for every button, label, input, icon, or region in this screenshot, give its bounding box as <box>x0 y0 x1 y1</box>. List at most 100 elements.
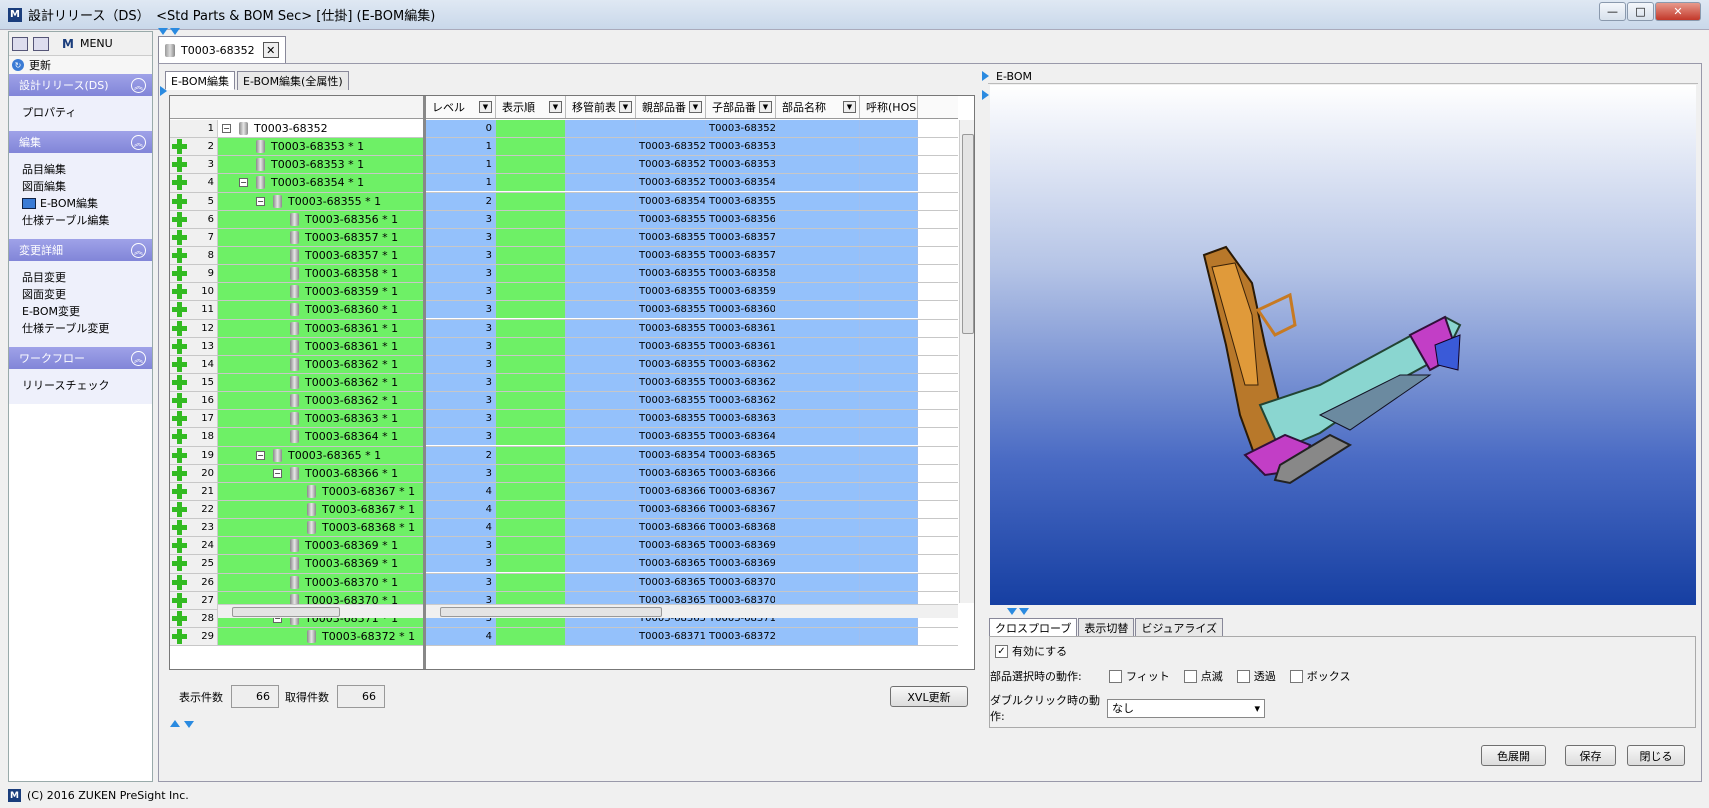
blink-checkbox[interactable] <box>1183 669 1197 683</box>
transfer-cell[interactable] <box>566 301 636 319</box>
table-row[interactable]: 1 T0003-68352 T0003-68353 <box>426 156 958 175</box>
tree-row[interactable]: 20 − T0003-68366 * 1 <box>170 464 423 483</box>
transfer-cell[interactable] <box>566 428 636 446</box>
table-row[interactable]: 3 T0003-68355 T0003-68357 <box>426 228 958 247</box>
parent-part-cell[interactable]: T0003-68366 <box>636 500 706 518</box>
child-part-cell[interactable]: T0003-68356 <box>706 210 776 228</box>
column-header[interactable]: 表示順 ▼ <box>496 96 566 118</box>
close-tab-icon[interactable]: ✕ <box>262 42 279 58</box>
parent-part-cell[interactable]: T0003-68354 <box>636 446 706 464</box>
add-row-icon[interactable] <box>172 520 187 536</box>
tree-cell[interactable]: T0003-68362 * 1 <box>218 355 423 373</box>
call-name-cell[interactable] <box>860 120 918 137</box>
sidebar-item[interactable]: 品目変更 <box>22 269 152 286</box>
call-name-cell[interactable] <box>860 573 918 591</box>
call-name-cell[interactable] <box>860 337 918 355</box>
filter-dropdown-icon[interactable]: ▼ <box>843 101 856 113</box>
sidebar-item[interactable]: プロパティ <box>22 104 152 121</box>
call-name-cell[interactable] <box>860 355 918 373</box>
parent-part-cell[interactable]: T0003-68371 <box>636 627 706 645</box>
collapse-arrow-icon[interactable] <box>170 28 180 35</box>
display-order-cell[interactable] <box>496 174 566 192</box>
sidebar-item[interactable]: E-BOM編集 <box>22 195 152 212</box>
level-cell[interactable]: 3 <box>426 210 496 228</box>
part-name-cell[interactable] <box>776 283 860 301</box>
table-row[interactable]: 2 T0003-68354 T0003-68355 <box>426 192 958 211</box>
child-part-cell[interactable]: T0003-68362 <box>706 373 776 391</box>
display-order-cell[interactable] <box>496 464 566 482</box>
tree-cell[interactable]: T0003-68360 * 1 <box>218 301 423 319</box>
sidebar-section-header[interactable]: ワークフロー ︽ <box>9 347 152 369</box>
scroll-thumb[interactable] <box>962 134 974 334</box>
parent-part-cell[interactable]: T0003-68366 <box>636 519 706 537</box>
part-name-cell[interactable] <box>776 410 860 428</box>
parent-part-cell[interactable]: T0003-68355 <box>636 373 706 391</box>
call-name-cell[interactable] <box>860 555 918 573</box>
tree-row[interactable]: 4 − T0003-68354 * 1 <box>170 174 423 193</box>
call-name-cell[interactable] <box>860 138 918 156</box>
table-row[interactable]: 2 T0003-68354 T0003-68365 <box>426 446 958 465</box>
table-row[interactable]: 3 T0003-68365 T0003-68369 <box>426 537 958 556</box>
level-cell[interactable]: 4 <box>426 482 496 500</box>
tree-cell[interactable]: T0003-68369 * 1 <box>218 555 423 573</box>
child-part-cell[interactable]: T0003-68367 <box>706 482 776 500</box>
parent-part-cell[interactable]: T0003-68355 <box>636 210 706 228</box>
tree-row[interactable]: 11 T0003-68360 * 1 <box>170 301 423 320</box>
color-expand-button[interactable]: 色展開 <box>1481 745 1546 766</box>
table-row[interactable]: 3 T0003-68355 T0003-68364 <box>426 428 958 447</box>
child-part-cell[interactable]: T0003-68355 <box>706 192 776 210</box>
call-name-cell[interactable] <box>860 246 918 264</box>
close-window-button[interactable]: ✕ <box>1655 2 1701 21</box>
add-row-icon[interactable] <box>172 211 187 227</box>
tree-cell[interactable]: T0003-68362 * 1 <box>218 373 423 392</box>
level-cell[interactable]: 1 <box>426 174 496 192</box>
child-part-cell[interactable]: T0003-68372 <box>706 627 776 645</box>
add-row-icon[interactable] <box>172 465 187 481</box>
transfer-cell[interactable] <box>566 446 636 464</box>
transfer-cell[interactable] <box>566 464 636 482</box>
add-row-icon[interactable] <box>172 320 187 336</box>
child-part-cell[interactable]: T0003-68368 <box>706 519 776 537</box>
table-row[interactable]: 4 T0003-68366 T0003-68367 <box>426 500 958 520</box>
display-order-cell[interactable] <box>496 246 566 264</box>
child-part-cell[interactable]: T0003-68352 <box>706 120 776 137</box>
level-cell[interactable]: 3 <box>426 392 496 410</box>
transfer-cell[interactable] <box>566 265 636 283</box>
parent-part-cell[interactable]: T0003-68355 <box>636 410 706 428</box>
scroll-thumb[interactable] <box>440 607 662 617</box>
collapse-icon[interactable]: ︽ <box>131 242 146 258</box>
part-name-cell[interactable] <box>776 210 860 228</box>
collapse-node-icon[interactable]: − <box>222 124 231 133</box>
level-cell[interactable]: 4 <box>426 627 496 645</box>
filter-dropdown-icon[interactable]: ▼ <box>689 101 702 113</box>
transfer-cell[interactable] <box>566 573 636 591</box>
child-part-cell[interactable]: T0003-68358 <box>706 265 776 283</box>
display-order-cell[interactable] <box>496 355 566 373</box>
tree-row[interactable]: 18 T0003-68364 * 1 <box>170 428 423 447</box>
sidebar-item[interactable]: 図面変更 <box>22 286 152 303</box>
table-row[interactable]: 3 T0003-68365 T0003-68370 <box>426 573 958 592</box>
child-part-cell[interactable]: T0003-68361 <box>706 319 776 337</box>
add-row-icon[interactable] <box>172 592 187 608</box>
parent-part-cell[interactable]: T0003-68365 <box>636 555 706 573</box>
parent-part-cell[interactable]: T0003-68352 <box>636 138 706 156</box>
minimize-button[interactable]: — <box>1599 2 1626 21</box>
table-row[interactable]: 3 T0003-68355 T0003-68361 <box>426 319 958 338</box>
parent-part-cell[interactable]: T0003-68355 <box>636 246 706 264</box>
transfer-cell[interactable] <box>566 246 636 264</box>
tree-row[interactable]: 3 T0003-68353 * 1 <box>170 156 423 175</box>
display-order-cell[interactable] <box>496 446 566 464</box>
display-order-cell[interactable] <box>496 138 566 156</box>
tree-cell[interactable]: T0003-68361 * 1 <box>218 319 423 337</box>
dblclick-action-select[interactable]: なし ▾ <box>1107 698 1265 718</box>
tree-cell[interactable]: − T0003-68355 * 1 <box>218 192 423 210</box>
sidebar-section-header[interactable]: 編集 ︽ <box>9 131 152 153</box>
transfer-cell[interactable] <box>566 519 636 537</box>
collapse-icon[interactable]: ︽ <box>131 350 146 366</box>
call-name-cell[interactable] <box>860 283 918 301</box>
call-name-cell[interactable] <box>860 627 918 645</box>
parent-part-cell[interactable]: T0003-68355 <box>636 301 706 319</box>
child-part-cell[interactable]: T0003-68366 <box>706 464 776 482</box>
table-row[interactable]: 3 T0003-68355 T0003-68362 <box>426 355 958 374</box>
display-order-cell[interactable] <box>496 555 566 573</box>
